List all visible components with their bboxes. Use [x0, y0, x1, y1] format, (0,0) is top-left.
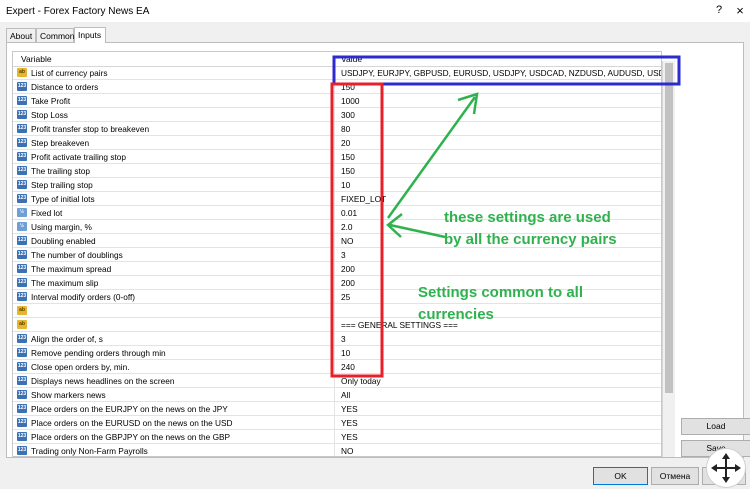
red-highlight-box	[330, 82, 384, 378]
arrow-to-currency-pairs	[386, 96, 477, 219]
annotation-note-2-line-2: currencies	[418, 306, 494, 323]
blue-highlight-box	[332, 55, 681, 86]
annotation-note-1-line-2: by all the currency pairs	[444, 231, 617, 248]
annotation-overlay	[330, 55, 681, 378]
annotation-note-2-line-1: Settings common to all	[418, 284, 584, 301]
annotation-note-1-line-1: these settings are used	[444, 209, 611, 226]
